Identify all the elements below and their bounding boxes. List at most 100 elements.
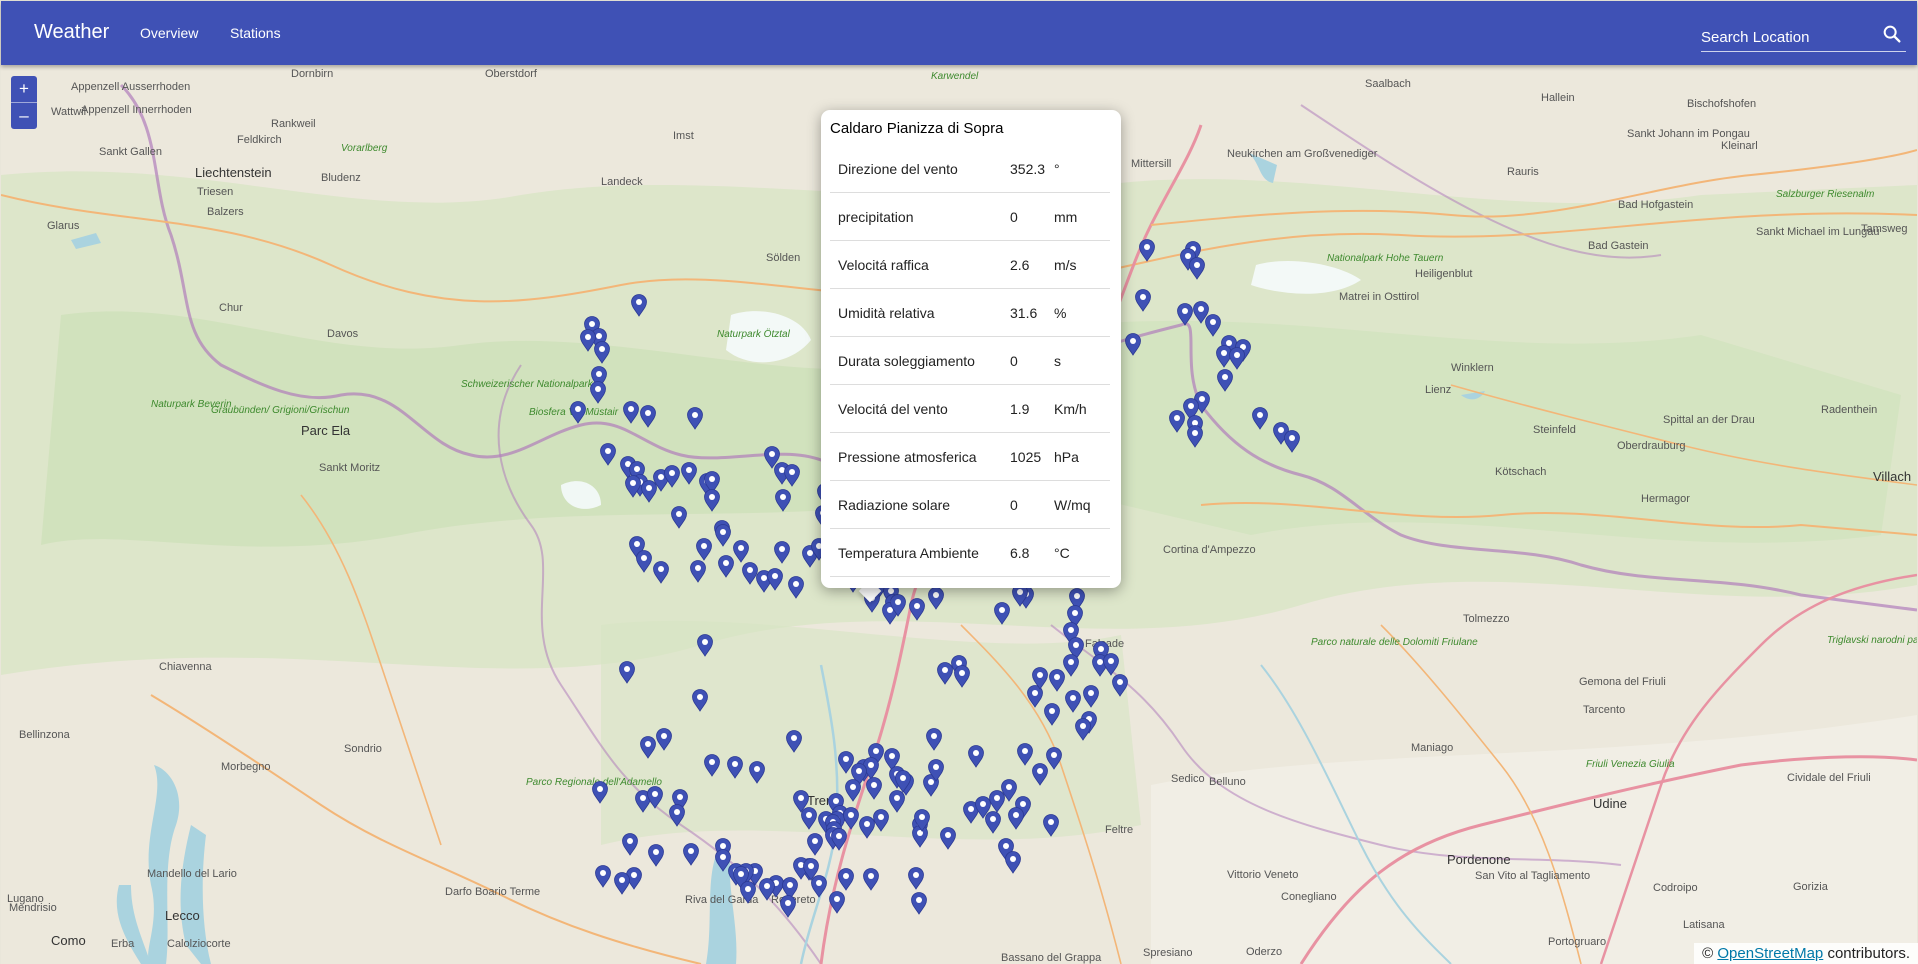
map-label: Parco naturale delle Dolomiti Friulane [1311,637,1478,648]
map-label: Chur [219,302,243,314]
map-label: Chiavenna [159,661,212,673]
map-label: Parc Ela [301,423,351,438]
map-label: Sankt Michael im Lungau [1756,226,1880,238]
station-popup: Caldaro Pianizza di Sopra Direzione del … [821,110,1121,588]
map-label: Feltre [1105,824,1133,836]
measurement-name: Umidità relativa [838,305,935,321]
nav-overview[interactable]: Overview [140,25,198,41]
map-label: Portogruaro [1548,936,1606,948]
map-label: Spresiano [1143,947,1193,959]
measurement-name: Velocitá del vento [838,401,948,417]
map-label: Triglavski narodni park [1827,635,1917,646]
measurement-unit: s [1054,353,1061,369]
map-label: Maniago [1411,742,1453,754]
map-label: Hermagor [1641,493,1690,505]
map-label: Balzers [207,206,244,218]
map-label: Bischofshofen [1687,98,1756,110]
map-label: Bassano del Grappa [1001,952,1102,964]
app-title[interactable]: Weather [34,21,109,44]
map-label: Kötschach [1495,466,1546,478]
map-label: Bludenz [321,172,361,184]
measurement-row: Velocitá raffica 2.6 m/s [830,241,1110,289]
map-label: Como [51,933,86,948]
map-label: Hallein [1541,92,1575,104]
measurement-name: Velocitá raffica [838,257,929,273]
map-label: Davos [327,328,359,340]
map-label: Sölden [766,252,800,264]
map-label: Graubünden/ Grigioni/Grischun [211,405,350,416]
measurement-row: Radiazione solare 0 W/mq [830,481,1110,529]
measurement-row: Direzione del vento 352.3 ° [830,145,1110,193]
measurement-row: Durata soleggiamento 0 s [830,337,1110,385]
measurement-unit: hPa [1054,449,1079,465]
measurement-name: Temperatura Ambiente [838,545,979,561]
measurement-value: 1.9 [1010,401,1030,417]
search-input[interactable] [1701,26,1876,48]
map-label: Radenthein [1821,404,1877,416]
attribution-suffix: contributors. [1823,945,1910,962]
zoom-in-button[interactable]: + [11,76,37,102]
map-label: Tarcento [1583,704,1625,716]
map-label: Salzburger Riesenalm [1776,189,1874,200]
map-label: Lecco [165,908,200,923]
map-label: Wattwil [51,106,86,118]
map-label: Sondrio [344,743,382,755]
map-label: Glarus [47,220,80,232]
map-label: Heiligenblut [1415,268,1472,280]
measurement-name: Durata soleggiamento [838,353,975,369]
measurement-value: 1025 [1010,449,1042,465]
map-label: Cortina d'Ampezzo [1163,544,1256,556]
map-label: Calolziocorte [167,938,231,950]
measurement-value: 0 [1010,209,1018,225]
map-label: Friuli Venezia Giulia [1586,759,1675,770]
map-label: Bellinzona [19,729,71,741]
nav-stations[interactable]: Stations [230,25,281,41]
map-label: Sankt Moritz [319,462,380,474]
measurement-value: 352.3 [1010,161,1046,177]
measurement-unit: mm [1054,209,1078,225]
map-label: Mandello del Lario [147,868,237,880]
search-icon[interactable] [1881,23,1903,50]
measurement-value: 0 [1010,497,1018,513]
measurement-unit: ° [1054,161,1060,177]
map-label: Triesen [197,186,233,198]
map-label: Karwendel [931,71,979,82]
measurement-value: 0 [1010,353,1018,369]
map-label: Gorizia [1793,881,1829,893]
map-label: San Vito al Tagliamento [1475,870,1590,882]
measurement-value: 6.8 [1010,545,1030,561]
map-label: Codroipo [1653,882,1698,894]
map-label: Cividale del Friuli [1787,772,1871,784]
map-label: Steinfeld [1533,424,1576,436]
measurement-row: Velocitá del vento 1.9 Km/h [830,385,1110,433]
measurement-name: Radiazione solare [838,497,951,513]
search-field[interactable] [1701,23,1906,52]
measurement-value: 2.6 [1010,257,1030,273]
measurement-name: precipitation [838,209,914,225]
openstreetmap-link[interactable]: OpenStreetMap [1717,945,1823,962]
map-label: Erba [111,938,135,950]
map-label: Neukirchen am Großvenediger [1227,148,1378,160]
measurement-row: Pressione atmosferica 1025 hPa [830,433,1110,481]
measurement-unit: °C [1054,545,1070,561]
map-label: Pordenone [1447,852,1511,867]
map-label: Mendrisio [9,902,57,914]
map-label: Appenzell Ausserrhoden [71,81,190,93]
measurement-unit: W/mq [1054,497,1091,513]
measurement-unit: % [1054,305,1067,321]
map-attribution: © OpenStreetMap contributors. [1694,943,1918,964]
map-label: Morbegno [221,761,271,773]
measurement-name: Direzione del vento [838,161,958,177]
measurement-row: precipitation 0 mm [830,193,1110,241]
map-label: Winklern [1451,362,1494,374]
map-label: Mittersill [1131,158,1171,170]
map-label: Rankweil [271,118,316,130]
map-label: Spittal an der Drau [1663,414,1755,426]
map-label: Belluno [1209,776,1246,788]
map-label: Sankt Gallen [99,146,162,158]
map-label: Saalbach [1365,78,1411,90]
map-label: Bad Hofgastein [1618,199,1693,211]
zoom-control: + – [11,76,37,129]
zoom-out-button[interactable]: – [11,102,37,129]
map-label: Kleinarl [1721,140,1758,152]
